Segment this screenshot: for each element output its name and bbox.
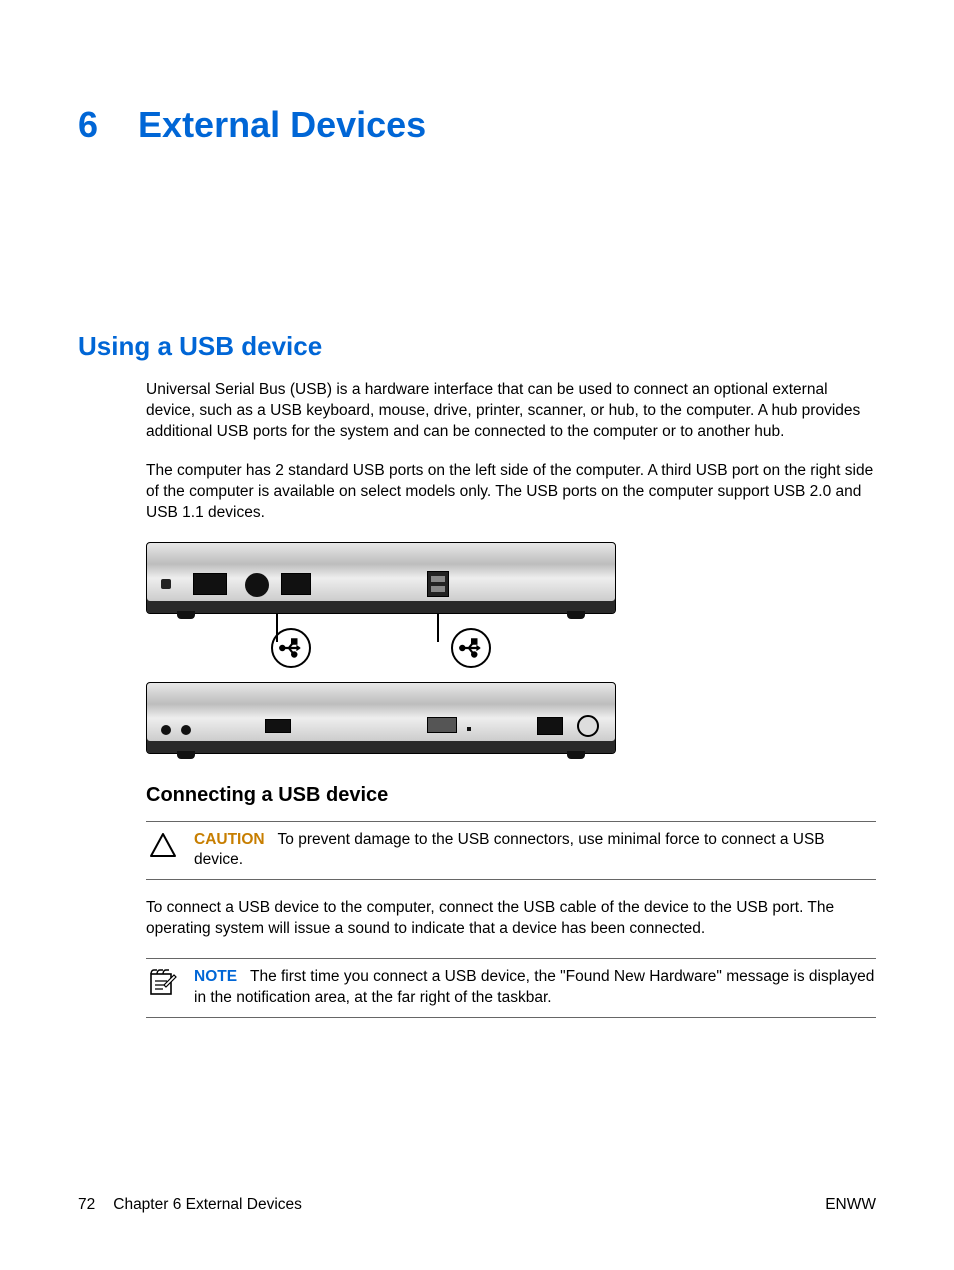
laptop-side-view-top	[146, 542, 616, 614]
chapter-title: External Devices	[138, 104, 426, 146]
section-title: Using a USB device	[78, 331, 876, 362]
note-icon	[148, 969, 178, 1002]
footer-lang: ENWW	[825, 1196, 876, 1214]
chapter-number: 6	[78, 104, 98, 146]
footer-chapter-ref: Chapter 6 External Devices	[113, 1196, 302, 1214]
chapter-heading: 6 External Devices	[78, 104, 876, 146]
caution-icon	[149, 832, 177, 863]
paragraph-connect-usb: To connect a USB device to the computer,…	[146, 898, 876, 940]
note-text: The first time you connect a USB device,…	[194, 968, 874, 1006]
usb-icon	[451, 628, 491, 668]
caution-text: To prevent damage to the USB connectors,…	[194, 831, 825, 869]
paragraph-usb-ports: The computer has 2 standard USB ports on…	[146, 461, 876, 524]
subsection-title: Connecting a USB device	[146, 784, 876, 807]
usb-icon	[271, 628, 311, 668]
laptop-side-view-bottom	[146, 682, 616, 754]
page-number: 72	[78, 1196, 95, 1214]
caution-callout: CAUTION To prevent damage to the USB con…	[146, 821, 876, 881]
note-callout: NOTE The first time you connect a USB de…	[146, 958, 876, 1018]
usb-ports-diagram	[146, 542, 876, 754]
page-footer: 72 Chapter 6 External Devices ENWW	[78, 1196, 876, 1214]
note-label: NOTE	[194, 968, 237, 985]
paragraph-usb-intro: Universal Serial Bus (USB) is a hardware…	[146, 380, 876, 443]
caution-label: CAUTION	[194, 831, 265, 848]
